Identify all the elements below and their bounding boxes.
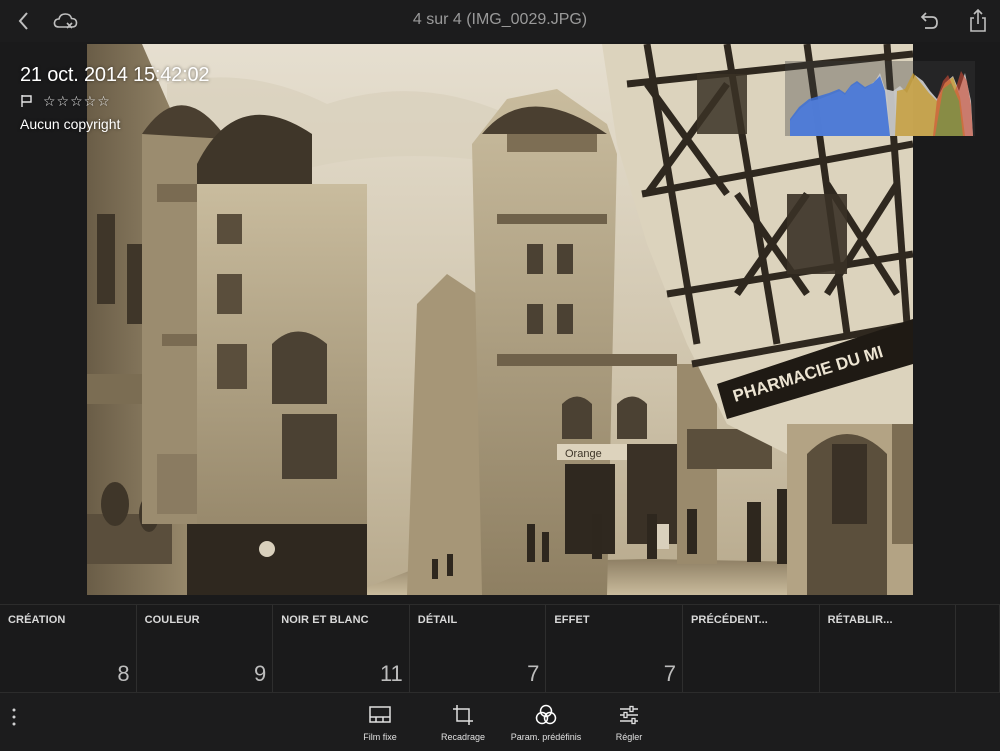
- photo-viewer[interactable]: Orange PHARMACIE DU MI 21 oct. 2014 15:4…: [0, 42, 1000, 604]
- star-rating[interactable]: ☆☆☆☆☆: [43, 93, 111, 110]
- preset-black-white[interactable]: NOIR ET BLANC 11: [273, 605, 410, 693]
- flag-icon: [21, 95, 32, 107]
- preset-count: 7: [527, 661, 540, 686]
- preset-scroll-edge: [956, 605, 1000, 693]
- histogram[interactable]: [785, 61, 975, 136]
- undo-button[interactable]: [914, 6, 944, 36]
- crop-button[interactable]: Recadrage: [418, 703, 508, 747]
- bottom-toolbar: Film fixe Recadrage Param. prédéfinis Ré…: [0, 692, 1000, 751]
- toolbar-label: Recadrage: [440, 732, 486, 742]
- shop-sign-text: Orange: [565, 448, 602, 460]
- more-options-button[interactable]: [8, 705, 20, 729]
- preset-count: 11: [379, 661, 403, 686]
- presets-icon: [535, 704, 557, 725]
- preset-label: DÉTAIL: [417, 614, 458, 626]
- preset-label: RÉTABLIR...: [827, 614, 893, 626]
- toolbar-label: Param. prédéfinis: [510, 732, 582, 742]
- histogram-graph: [790, 71, 973, 136]
- toolbar-label: Film fixe: [363, 732, 397, 742]
- sliders-icon: [620, 705, 638, 725]
- preset-detail[interactable]: DÉTAIL 7: [410, 605, 547, 693]
- preset-label: PRÉCÉDENT...: [690, 614, 768, 626]
- crop-icon: [453, 705, 473, 725]
- share-button[interactable]: [963, 6, 993, 36]
- undo-icon: [920, 12, 938, 29]
- preset-count: 9: [253, 661, 267, 686]
- rating-row: ☆☆☆☆☆: [20, 93, 209, 109]
- filmstrip-button[interactable]: Film fixe: [335, 703, 425, 747]
- preset-previous[interactable]: PRÉCÉDENT...: [683, 605, 820, 693]
- flag-button[interactable]: [20, 94, 34, 108]
- filmstrip-icon: [369, 706, 391, 723]
- presets-button[interactable]: Param. prédéfinis: [501, 703, 591, 747]
- photo-info-overlay: 21 oct. 2014 15:42:02 ☆☆☆☆☆ Aucun copyri…: [20, 64, 209, 132]
- preset-label: CRÉATION: [8, 614, 66, 626]
- preset-color[interactable]: COULEUR 9: [137, 605, 274, 693]
- copyright-text: Aucun copyright: [20, 116, 121, 132]
- preset-label: COULEUR: [144, 614, 200, 626]
- preset-count: 7: [663, 661, 676, 686]
- window-title: 4 sur 4 (IMG_0029.JPG): [412, 11, 588, 28]
- preset-creation[interactable]: CRÉATION 8: [0, 605, 137, 693]
- toolbar-label: Régler: [615, 732, 643, 742]
- more-vertical-icon: [12, 708, 16, 726]
- preset-effect[interactable]: EFFET 7: [546, 605, 683, 693]
- preset-count: 8: [117, 661, 130, 686]
- preset-label: NOIR ET BLANC: [281, 614, 369, 626]
- preset-label: EFFET: [554, 614, 590, 626]
- share-icon: [970, 8, 986, 32]
- preset-reset[interactable]: RÉTABLIR...: [820, 605, 957, 693]
- top-bar: 4 sur 4 (IMG_0029.JPG): [0, 0, 1000, 42]
- adjust-button[interactable]: Régler: [584, 703, 674, 747]
- preset-categories: CRÉATION 8 COULEUR 9 NOIR ET BLANC 11 DÉ…: [0, 604, 1000, 693]
- capture-date: 21 oct. 2014 15:42:02: [20, 64, 210, 86]
